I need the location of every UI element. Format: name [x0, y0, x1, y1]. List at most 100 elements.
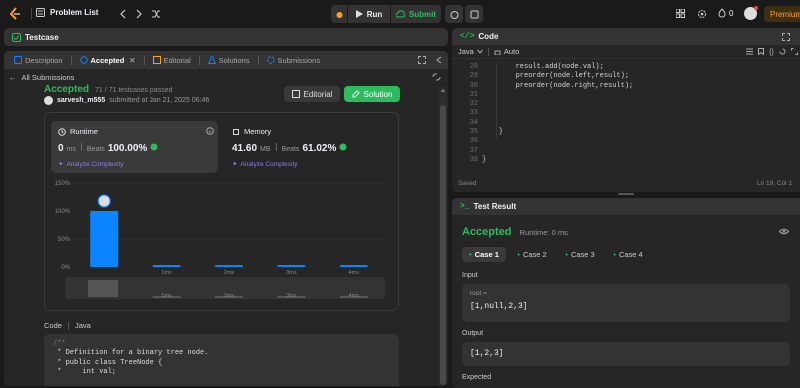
debug-icon[interactable]	[331, 5, 347, 23]
share-link-icon[interactable]	[432, 73, 441, 81]
close-tab-icon[interactable]: ✕	[129, 56, 135, 65]
editor-maximize-icon[interactable]	[782, 32, 790, 41]
user-avatar[interactable]	[44, 96, 53, 105]
auto-mode-toggle[interactable]: Auto	[494, 47, 519, 56]
solution-button[interactable]: Solution	[344, 86, 400, 102]
case-tab-3[interactable]: • Case 3	[558, 247, 602, 262]
edit-pencil-icon	[352, 90, 360, 98]
submitter-username[interactable]: sarvesh_m555	[57, 97, 105, 104]
submissions-icon	[266, 56, 275, 64]
solution-button-label: Solution	[363, 89, 393, 99]
left-scrollbar-track[interactable]	[439, 87, 447, 386]
code-line: /**	[53, 340, 66, 348]
case-tab-4[interactable]: • Case 4	[606, 247, 650, 262]
play-icon	[355, 10, 363, 18]
memory-analyze-complexity[interactable]: ✦ Analyze Complexity	[232, 160, 298, 169]
sparkle-icon: ✦	[58, 161, 64, 168]
next-problem-icon[interactable]	[135, 9, 143, 19]
memory-card[interactable]: Memory 41.60 MB Beats 61.02% ✦ Analyze C…	[225, 121, 393, 173]
collapse-chevron-icon[interactable]	[436, 56, 442, 64]
editor-code-line: preorder(node.left,result);	[482, 72, 630, 81]
code-brackets-icon: </>	[460, 32, 475, 41]
leetcode-logo-icon[interactable]	[8, 7, 22, 21]
tab-accepted-label: Accepted	[90, 55, 125, 65]
tab-description[interactable]: Description	[10, 56, 67, 65]
output-box[interactable]: [1,2,3]	[462, 342, 790, 366]
submit-button[interactable]: Submit	[391, 5, 441, 23]
runtime-distribution-chart[interactable]: 150% 100% 50% 0% 1ms 2ms 3ms 4ms 1ms 2ms 3ms 4ms	[45, 177, 398, 307]
left-scrollbar-thumb[interactable]	[440, 105, 446, 385]
language-label: Java	[458, 47, 474, 56]
history-icon	[79, 56, 88, 64]
vertical-resize-handle[interactable]	[618, 193, 634, 195]
submission-status: Accepted	[44, 84, 90, 95]
chart-bar	[339, 265, 368, 267]
tab-accepted[interactable]: Accepted ✕	[76, 56, 140, 65]
submitted-code-block[interactable]: /** * Definition for a binary tree node.…	[44, 334, 399, 386]
editor-code-line: result.add(node.val);	[482, 63, 604, 71]
settings-gear-icon[interactable]	[697, 9, 707, 19]
clock-icon	[58, 127, 66, 136]
line-number: 29	[469, 72, 478, 81]
line-number: 32	[469, 100, 478, 109]
line-number: 33	[469, 109, 478, 118]
tab-editorial[interactable]: Editorial	[149, 56, 195, 65]
all-submissions-label: All Submissions	[21, 73, 75, 82]
editor-code-area[interactable]: result.add(node.val); preorder(node.left…	[482, 63, 633, 165]
line-number: 31	[469, 90, 478, 99]
testcases-passed: 71 / 71 testcases passed	[95, 87, 173, 94]
tab-submissions[interactable]: Submissions	[263, 56, 325, 65]
output-label: Output	[462, 330, 484, 337]
case-tab-1[interactable]: • Case 1	[462, 247, 506, 262]
runtime-card[interactable]: Runtime 0 ms Beats 100.00% ✦ Analyze Com…	[51, 121, 218, 173]
shuffle-icon[interactable]	[151, 9, 161, 19]
editor-title: Code	[478, 32, 499, 41]
input-box[interactable]: root = [1,null,2,3]	[462, 284, 790, 322]
timer-icon[interactable]	[445, 5, 463, 23]
tab-solutions[interactable]: Solutions	[204, 56, 254, 65]
streak-count: 0	[729, 8, 734, 18]
notification-dot	[754, 6, 758, 10]
editor-code-line: }	[482, 128, 504, 137]
reset-icon[interactable]	[779, 48, 786, 55]
top-navbar: Problem List Run Submit 0 Premium	[0, 0, 800, 28]
problem-list-link[interactable]: Problem List	[36, 8, 98, 17]
maximize-icon[interactable]	[418, 56, 426, 64]
cloud-upload-icon	[395, 10, 405, 18]
testcase-check-icon	[12, 32, 21, 42]
case-tab-2[interactable]: • Case 2	[510, 247, 554, 262]
brackets-icon[interactable]: {}	[769, 47, 774, 56]
premium-button[interactable]: Premium	[764, 6, 800, 22]
runtime-analyze-complexity[interactable]: ✦ Analyze Complexity	[58, 160, 124, 169]
tab-submissions-label: Submissions	[277, 55, 321, 65]
language-selector[interactable]: Java	[458, 47, 483, 56]
prev-problem-icon[interactable]	[119, 9, 127, 19]
overview-tick-label: 4ms	[349, 293, 360, 299]
editor-gutter: 28 29 30 31 32 33 34 35 36 37 38	[452, 63, 478, 165]
all-submissions-link[interactable]: ← All Submissions	[9, 73, 74, 82]
editorial-button[interactable]: Editorial	[284, 86, 340, 102]
testcase-panel-collapsed[interactable]: Testcase	[4, 28, 448, 46]
x-tick-label: 2ms	[224, 270, 235, 276]
run-button[interactable]: Run	[348, 5, 390, 23]
info-icon[interactable]	[206, 127, 214, 135]
flask-icon	[207, 56, 216, 64]
notes-icon[interactable]	[465, 5, 483, 23]
x-tick-label: 3ms	[286, 270, 297, 276]
format-lines-icon[interactable]	[745, 48, 753, 55]
test-result-title: Test Result	[473, 202, 517, 211]
grid-icon[interactable]	[676, 9, 685, 18]
fullscreen-icon[interactable]	[791, 48, 798, 55]
chart-bar	[152, 265, 181, 267]
case-tab-label: Case 4	[618, 250, 643, 259]
runtime-unit: ms	[66, 146, 76, 153]
runtime-analyze-label: Analyze Complexity	[66, 160, 124, 168]
x-tick-label: 4ms	[349, 270, 360, 276]
streak-counter[interactable]: 0	[718, 8, 733, 18]
code-line: * Definition for a binary tree node.	[53, 349, 209, 358]
overview-selection	[88, 280, 118, 297]
bookmark-icon[interactable]	[757, 48, 764, 55]
chart-bar	[90, 211, 119, 267]
visibility-eye-icon[interactable]	[779, 228, 789, 235]
testcase-title: Testcase	[25, 32, 59, 42]
